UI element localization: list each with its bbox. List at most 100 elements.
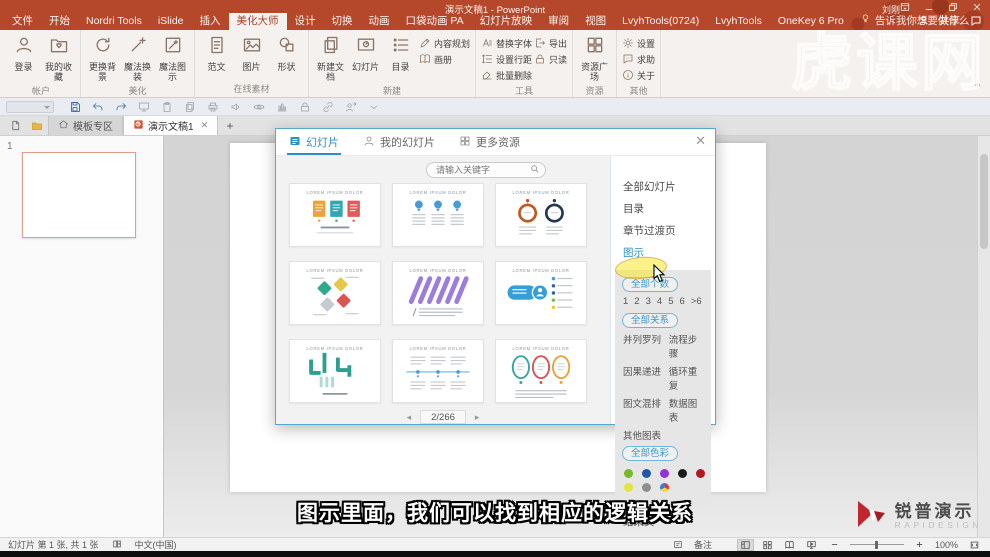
relation-option-因果递进[interactable]: 因果递进 (623, 364, 669, 392)
ribbon-button-导出[interactable]: 导出 (534, 36, 567, 51)
ribbon-tab-6[interactable]: 美化大师 (229, 13, 287, 30)
ribbon-button-设置[interactable]: 设置 (622, 36, 655, 51)
document-tab-2[interactable]: 演示文稿1✕ (123, 116, 218, 135)
print-icon[interactable] (207, 101, 219, 113)
relation-option-并列罗列[interactable]: 并列罗列 (623, 332, 669, 360)
slideshow-view-icon[interactable] (804, 540, 819, 550)
scrollbar-thumb[interactable] (980, 154, 988, 249)
reading-view-icon[interactable] (782, 540, 797, 550)
speaker-icon[interactable] (230, 101, 242, 113)
ribbon-tab-14[interactable]: LvyhTools(0724) (614, 13, 707, 30)
zoom-slider[interactable] (850, 544, 904, 545)
close-tab-icon[interactable]: ✕ (201, 120, 209, 131)
template-card-1[interactable]: LOREM IPSUM DOLOR (289, 183, 381, 247)
ribbon-button-幻灯片[interactable]: 幻灯片 (349, 33, 382, 72)
ribbon-button-我的收藏[interactable]: 我的收藏 (42, 33, 75, 83)
ribbon-button-魔法换装[interactable]: 魔法换装 (121, 33, 154, 83)
ribbon-tab-3[interactable]: Nordri Tools (78, 13, 150, 30)
count-option-4[interactable]: 4 (657, 296, 662, 307)
ribbon-tab-9[interactable]: 动画 (361, 13, 398, 30)
slideshow-icon[interactable] (138, 101, 150, 113)
lock-icon[interactable] (299, 101, 311, 113)
share-icon[interactable] (345, 101, 357, 113)
color-dot-1A1A1A[interactable] (678, 469, 687, 478)
slide-sorter-view-icon[interactable] (760, 540, 775, 550)
ribbon-tab-4[interactable]: iSlide (150, 13, 192, 30)
new-tab-icon[interactable] (218, 116, 242, 135)
color-dot-8E8E8E[interactable] (642, 483, 651, 492)
close-icon[interactable] (970, 1, 984, 12)
relation-option-其他图表[interactable]: 其他图表 (623, 428, 671, 442)
count-option->6[interactable]: >6 (691, 296, 702, 307)
copy-icon[interactable] (184, 101, 196, 113)
count-option-6[interactable]: 6 (679, 296, 684, 307)
ribbon-button-登录[interactable]: 登录 (7, 33, 40, 72)
language-status[interactable]: 中文(中国) (135, 538, 177, 551)
zoom-slider-thumb[interactable] (875, 541, 878, 549)
link-icon[interactable] (322, 101, 334, 113)
ribbon-tab-13[interactable]: 视图 (577, 13, 614, 30)
count-option-5[interactable]: 5 (668, 296, 673, 307)
relation-option-图文混排[interactable]: 图文混排 (623, 396, 669, 424)
count-option-3[interactable]: 3 (646, 296, 651, 307)
save-icon[interactable] (69, 101, 81, 113)
category-章节过渡页[interactable]: 章节过渡页 (611, 219, 715, 241)
ribbon-button-批量删除[interactable]: 批量删除 (481, 68, 532, 83)
fit-to-window-icon[interactable] (967, 540, 982, 550)
template-card-6[interactable]: LOREM IPSUM DOLOR (495, 261, 587, 325)
ribbon-button-只读[interactable]: 只读 (534, 52, 567, 67)
search-input[interactable] (436, 165, 530, 175)
normal-view-icon[interactable] (738, 540, 753, 550)
search-icon[interactable] (530, 161, 540, 179)
undo-icon[interactable] (92, 101, 104, 113)
next-page-icon[interactable]: ▸ (475, 412, 480, 423)
notes-label[interactable]: 备注 (694, 538, 712, 551)
ribbon-button-魔法图示[interactable]: 魔法图示 (156, 33, 189, 83)
color-dot-B2191E[interactable] (696, 469, 705, 478)
category-目录[interactable]: 目录 (611, 197, 715, 219)
template-card-3[interactable]: LOREM IPSUM DOLOR (495, 183, 587, 247)
ribbon-button-形状[interactable]: 形状 (270, 33, 303, 72)
color-dot-76B82A[interactable] (624, 469, 633, 478)
ribbon-button-内容规划[interactable]: 内容规划 (419, 36, 470, 51)
open-folder-icon[interactable] (26, 116, 48, 135)
ribbon-tab-11[interactable]: 幻灯片放映 (472, 13, 541, 30)
relation-option-数据图表[interactable]: 数据图表 (669, 396, 705, 424)
dialog-tab-3[interactable]: 更多资源 (459, 129, 520, 155)
dialog-close-icon[interactable]: ✕ (695, 134, 706, 147)
relation-option-流程步骤[interactable]: 流程步骤 (669, 332, 705, 360)
relation-option-循环重复[interactable]: 循环重复 (669, 364, 705, 392)
ribbon-button-更换背景[interactable]: 更换背景 (86, 33, 119, 83)
ribbon-tab-7[interactable]: 设计 (287, 13, 324, 30)
ribbon-button-新建文档[interactable]: 新建文档 (314, 33, 347, 83)
color-dot-E3E33A[interactable] (624, 483, 633, 492)
ribbon-button-范文[interactable]: 范文 (200, 33, 233, 72)
zoom-level[interactable]: 100% (935, 540, 958, 550)
filter-pill-color[interactable]: 全部色彩 (622, 446, 678, 461)
redo-icon[interactable] (115, 101, 127, 113)
template-card-5[interactable]: LOREM IPSUM DOLOR (392, 261, 484, 325)
dialog-tab-2[interactable]: 我的幻灯片 (363, 129, 435, 155)
filter-pill-relation[interactable]: 全部关系 (622, 313, 678, 328)
paste-icon[interactable] (161, 101, 173, 113)
ribbon-tab-10[interactable]: 口袋动画 PA (398, 13, 472, 30)
chart-icon[interactable] (276, 101, 288, 113)
notes-icon[interactable] (671, 540, 685, 550)
ribbon-button-目录[interactable]: 目录 (384, 33, 417, 72)
spellcheck-icon[interactable] (112, 539, 122, 551)
color-dot-2057A7[interactable] (642, 469, 651, 478)
ribbon-display-options-icon[interactable] (898, 1, 912, 12)
ribbon-tab-15[interactable]: LvyhTools (707, 13, 770, 30)
zoom-out-icon[interactable] (828, 540, 841, 549)
ribbon-tab-5[interactable]: 插入 (192, 13, 229, 30)
slide-thumbnail[interactable] (22, 152, 136, 238)
dialog-tab-1[interactable]: 幻灯片 (289, 129, 339, 155)
more-icon[interactable] (368, 101, 380, 113)
prev-page-icon[interactable]: ◂ (407, 412, 412, 423)
search-box[interactable] (426, 162, 546, 178)
minimize-icon[interactable] (922, 1, 936, 12)
vertical-scrollbar[interactable] (977, 136, 990, 538)
ribbon-button-设置行距[interactable]: 设置行距 (481, 52, 532, 67)
qat-dropdown[interactable] (6, 101, 54, 113)
color-dot-9233D6[interactable] (660, 469, 669, 478)
